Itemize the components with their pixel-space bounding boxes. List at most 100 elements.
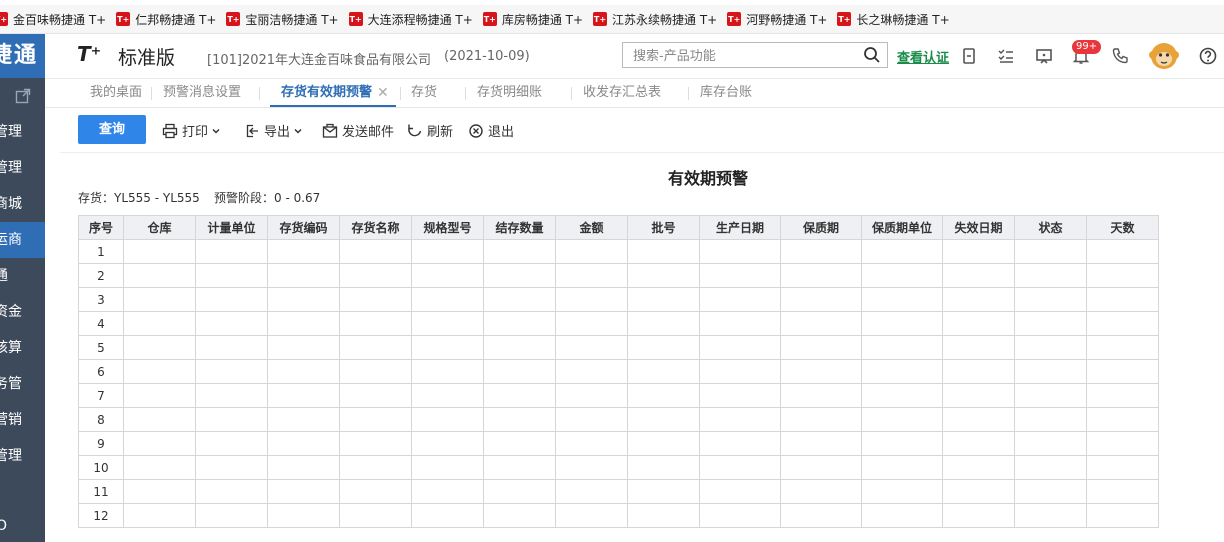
table-cell[interactable] bbox=[780, 479, 862, 504]
table-cell[interactable] bbox=[1086, 311, 1159, 336]
table-cell[interactable] bbox=[780, 263, 862, 288]
table-cell[interactable] bbox=[1086, 407, 1159, 432]
sidebar-item[interactable]: 管理 bbox=[0, 114, 45, 150]
table-cell[interactable] bbox=[123, 359, 196, 384]
sidebar-collapse-icon[interactable] bbox=[0, 78, 45, 114]
tab-my-desktop[interactable]: 我的桌面 bbox=[90, 79, 142, 107]
tab-stock-account[interactable]: 库存台账 bbox=[700, 79, 752, 107]
table-cell[interactable] bbox=[555, 359, 628, 384]
table-cell[interactable] bbox=[411, 431, 484, 456]
table-cell[interactable] bbox=[483, 239, 556, 264]
table-cell[interactable] bbox=[411, 359, 484, 384]
table-cell[interactable] bbox=[123, 407, 196, 432]
table-cell[interactable] bbox=[555, 383, 628, 408]
bookmark-item[interactable]: T+ 仁邦畅捷通 T+ bbox=[116, 11, 216, 28]
table-cell[interactable] bbox=[1086, 239, 1159, 264]
table-cell[interactable] bbox=[627, 455, 700, 480]
table-cell[interactable] bbox=[411, 263, 484, 288]
table-cell[interactable] bbox=[942, 383, 1015, 408]
table-cell[interactable] bbox=[195, 503, 268, 528]
table-cell[interactable] bbox=[411, 287, 484, 312]
table-cell[interactable] bbox=[1014, 383, 1087, 408]
sidebar-item[interactable]: 通 bbox=[0, 258, 45, 294]
table-cell[interactable] bbox=[1086, 503, 1159, 528]
bookmark-item[interactable]: T+ 河野畅捷通 T+ bbox=[727, 11, 827, 28]
column-header[interactable]: 规格型号 bbox=[411, 215, 484, 240]
table-cell[interactable] bbox=[699, 335, 781, 360]
table-cell[interactable] bbox=[555, 287, 628, 312]
table-cell[interactable] bbox=[267, 383, 340, 408]
sidebar-item[interactable]: 商城 bbox=[0, 186, 45, 222]
table-cell[interactable] bbox=[1086, 455, 1159, 480]
bookmark-item[interactable]: T+ 长之琳畅捷通 T+ bbox=[837, 11, 950, 28]
table-cell[interactable] bbox=[780, 239, 862, 264]
table-cell[interactable] bbox=[942, 311, 1015, 336]
verify-link[interactable]: 查看认证 bbox=[897, 47, 949, 66]
table-cell[interactable] bbox=[267, 479, 340, 504]
table-cell[interactable] bbox=[123, 311, 196, 336]
table-cell[interactable] bbox=[1086, 479, 1159, 504]
table-cell[interactable] bbox=[1014, 503, 1087, 528]
column-header[interactable]: 批号 bbox=[627, 215, 700, 240]
column-header[interactable]: 生产日期 bbox=[699, 215, 781, 240]
row-number[interactable]: 4 bbox=[78, 311, 124, 336]
table-cell[interactable] bbox=[861, 335, 943, 360]
table-cell[interactable] bbox=[627, 383, 700, 408]
table-cell[interactable] bbox=[780, 455, 862, 480]
table-cell[interactable] bbox=[483, 455, 556, 480]
table-cell[interactable] bbox=[861, 263, 943, 288]
table-cell[interactable] bbox=[483, 431, 556, 456]
table-cell[interactable] bbox=[627, 407, 700, 432]
table-cell[interactable] bbox=[1086, 263, 1159, 288]
table-cell[interactable] bbox=[699, 239, 781, 264]
table-cell[interactable] bbox=[1086, 335, 1159, 360]
sidebar-item[interactable]: 营销 bbox=[0, 402, 45, 438]
table-cell[interactable] bbox=[267, 311, 340, 336]
table-cell[interactable] bbox=[699, 455, 781, 480]
table-cell[interactable] bbox=[699, 503, 781, 528]
table-cell[interactable] bbox=[780, 503, 862, 528]
column-header[interactable]: 序号 bbox=[78, 215, 124, 240]
table-cell[interactable] bbox=[627, 335, 700, 360]
sidebar-item[interactable]: 资金 bbox=[0, 294, 45, 330]
table-cell[interactable] bbox=[411, 407, 484, 432]
table-cell[interactable] bbox=[483, 287, 556, 312]
table-cell[interactable] bbox=[195, 287, 268, 312]
tab-stock-summary[interactable]: 收发存汇总表 bbox=[583, 79, 661, 107]
table-cell[interactable] bbox=[339, 383, 412, 408]
table-row[interactable]: 11 bbox=[78, 479, 1159, 504]
table-cell[interactable] bbox=[699, 407, 781, 432]
table-cell[interactable] bbox=[123, 335, 196, 360]
row-number[interactable]: 3 bbox=[78, 287, 124, 312]
search-icon[interactable] bbox=[863, 46, 881, 64]
table-cell[interactable] bbox=[267, 335, 340, 360]
table-row[interactable]: 6 bbox=[78, 359, 1159, 384]
table-cell[interactable] bbox=[942, 407, 1015, 432]
table-cell[interactable] bbox=[555, 503, 628, 528]
table-cell[interactable] bbox=[780, 383, 862, 408]
table-cell[interactable] bbox=[411, 311, 484, 336]
table-cell[interactable] bbox=[627, 311, 700, 336]
table-cell[interactable] bbox=[1014, 407, 1087, 432]
table-cell[interactable] bbox=[123, 287, 196, 312]
table-cell[interactable] bbox=[942, 455, 1015, 480]
row-number[interactable]: 9 bbox=[78, 431, 124, 456]
export-button[interactable]: 导出 bbox=[244, 121, 307, 140]
bookmark-item[interactable]: T+ 大连添程畅捷通 T+ bbox=[348, 11, 473, 28]
bookmark-item[interactable]: T+ 宝丽洁畅捷通 T+ bbox=[226, 11, 339, 28]
table-row[interactable]: 9 bbox=[78, 431, 1159, 456]
table-row[interactable]: 10 bbox=[78, 455, 1159, 480]
table-cell[interactable] bbox=[861, 455, 943, 480]
sidebar-item[interactable]: 运商 bbox=[0, 222, 45, 258]
table-row[interactable]: 1 bbox=[78, 239, 1159, 264]
sidebar-item[interactable]: 核算 bbox=[0, 330, 45, 366]
row-number[interactable]: 11 bbox=[78, 479, 124, 504]
table-cell[interactable] bbox=[267, 503, 340, 528]
sidebar-item[interactable]: 管理 bbox=[0, 150, 45, 186]
table-cell[interactable] bbox=[483, 359, 556, 384]
table-cell[interactable] bbox=[339, 503, 412, 528]
query-button[interactable]: 查询 bbox=[78, 115, 146, 144]
table-cell[interactable] bbox=[780, 359, 862, 384]
phone-icon[interactable] bbox=[1110, 46, 1130, 66]
table-cell[interactable] bbox=[555, 479, 628, 504]
